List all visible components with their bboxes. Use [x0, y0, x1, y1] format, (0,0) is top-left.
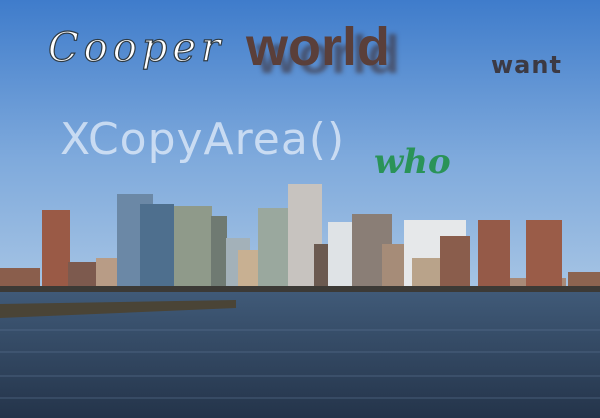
overlay-word-xcopyarea: XCopyArea() [60, 114, 346, 165]
overlay-word-cooper: Cooper [47, 25, 226, 71]
overlay-word-world: world [246, 17, 390, 77]
shoreline [0, 286, 600, 292]
overlay-word-who: who [374, 142, 451, 182]
overlay-word-want: want [491, 51, 562, 79]
photo-scene: Cooper world want XCopyArea() who [0, 0, 600, 418]
